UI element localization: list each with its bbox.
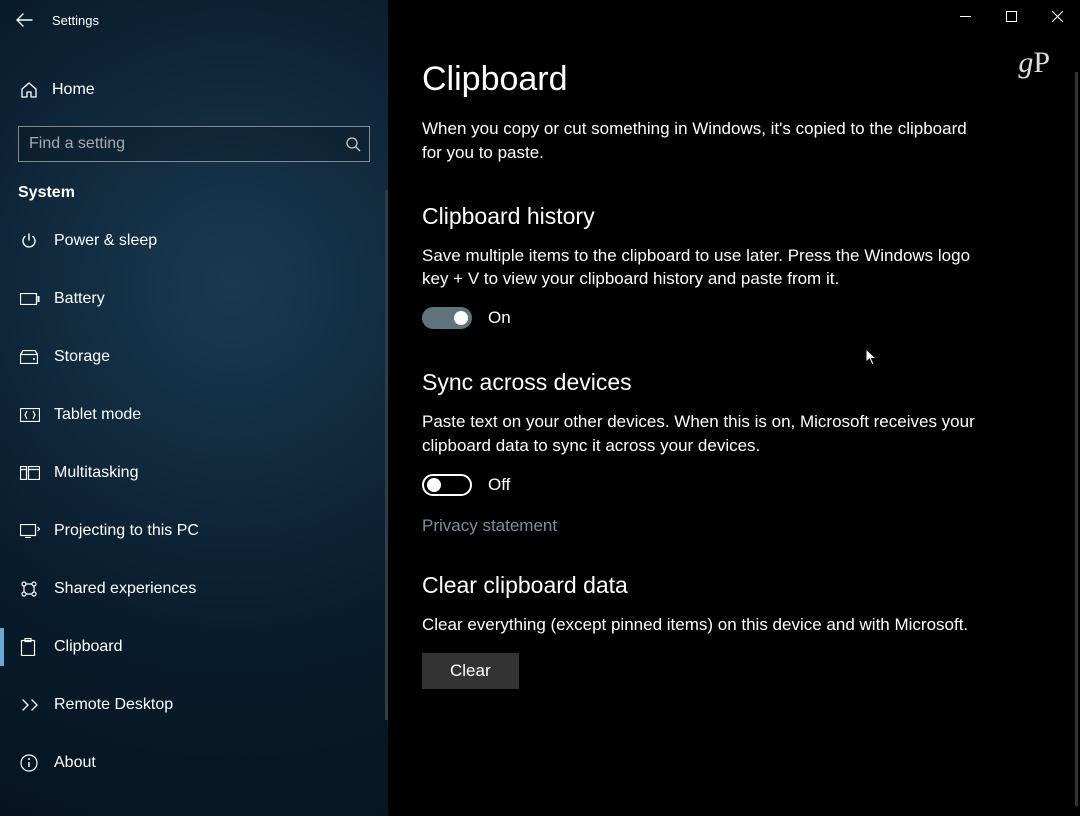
power-icon	[20, 232, 54, 250]
sidebar-section-label: System	[18, 184, 388, 202]
app-title: Settings	[52, 13, 99, 28]
main-scrollbar[interactable]	[1075, 72, 1078, 806]
sync-devices-toggle-label: Off	[488, 475, 510, 495]
section-heading-clear: Clear clipboard data	[422, 572, 1026, 599]
clear-desc: Clear everything (except pinned items) o…	[422, 613, 982, 637]
sidebar-home-label: Home	[52, 81, 95, 99]
tablet-icon	[20, 408, 54, 422]
sidebar-item-power-sleep[interactable]: Power & sleep	[0, 212, 388, 270]
sync-desc: Paste text on your other devices. When t…	[422, 410, 982, 458]
window-controls	[942, 0, 1080, 32]
page-title: Clipboard	[422, 60, 1026, 99]
maximize-icon	[1006, 11, 1017, 22]
home-icon	[20, 81, 52, 99]
close-icon	[1052, 11, 1063, 22]
sidebar-item-label: About	[54, 754, 96, 772]
sidebar-item-remote-desktop[interactable]: Remote Desktop	[0, 676, 388, 734]
sync-devices-toggle[interactable]	[422, 474, 472, 496]
sidebar-item-label: Remote Desktop	[54, 696, 173, 714]
multitasking-icon	[20, 466, 54, 480]
main-content: gP Clipboard When you copy or cut someth…	[388, 0, 1080, 816]
watermark-logo: gP	[1018, 46, 1050, 80]
sidebar-nav: Power & sleep Battery Storage Tablet mod…	[0, 212, 388, 792]
sidebar-item-label: Tablet mode	[54, 406, 141, 424]
storage-icon	[20, 350, 54, 364]
sidebar-item-projecting[interactable]: Projecting to this PC	[0, 502, 388, 560]
maximize-button[interactable]	[988, 0, 1034, 32]
sidebar-item-multitasking[interactable]: Multitasking	[0, 444, 388, 502]
sidebar-item-label: Battery	[54, 290, 105, 308]
remote-desktop-icon	[20, 698, 54, 712]
info-icon	[20, 754, 54, 772]
sidebar-item-label: Clipboard	[54, 638, 122, 656]
sidebar-item-battery[interactable]: Battery	[0, 270, 388, 328]
sidebar-item-label: Storage	[54, 348, 110, 366]
clipboard-history-toggle-label: On	[488, 308, 511, 328]
privacy-statement-link[interactable]: Privacy statement	[422, 516, 557, 536]
section-heading-history: Clipboard history	[422, 203, 1026, 230]
sidebar-item-label: Power & sleep	[54, 232, 157, 250]
minimize-icon	[960, 11, 971, 22]
section-heading-sync: Sync across devices	[422, 369, 1026, 396]
sidebar-item-about[interactable]: About	[0, 734, 388, 792]
projecting-icon	[20, 524, 54, 538]
sidebar-home[interactable]: Home	[0, 68, 388, 112]
sidebar: Home System Power & sleep Battery Storag…	[0, 0, 388, 816]
page-intro: When you copy or cut something in Window…	[422, 117, 982, 165]
sidebar-item-shared-experiences[interactable]: Shared experiences	[0, 560, 388, 618]
sidebar-item-label: Multitasking	[54, 464, 138, 482]
cursor-icon	[865, 348, 879, 366]
arrow-left-icon	[15, 11, 33, 29]
shared-icon	[20, 580, 54, 598]
title-bar: Settings	[0, 0, 1080, 40]
search-icon	[345, 136, 361, 152]
sidebar-item-clipboard[interactable]: Clipboard	[0, 618, 388, 676]
sidebar-item-label: Projecting to this PC	[54, 522, 199, 540]
back-button[interactable]	[0, 0, 48, 40]
sidebar-item-label: Shared experiences	[54, 580, 196, 598]
history-desc: Save multiple items to the clipboard to …	[422, 244, 982, 292]
clear-button[interactable]: Clear	[422, 653, 519, 689]
clipboard-history-toggle[interactable]	[422, 307, 472, 329]
sidebar-item-storage[interactable]: Storage	[0, 328, 388, 386]
search-box[interactable]	[18, 126, 370, 162]
battery-icon	[20, 293, 54, 305]
sidebar-item-tablet-mode[interactable]: Tablet mode	[0, 386, 388, 444]
clipboard-icon	[20, 638, 54, 656]
search-input[interactable]	[29, 135, 345, 153]
minimize-button[interactable]	[942, 0, 988, 32]
close-button[interactable]	[1034, 0, 1080, 32]
